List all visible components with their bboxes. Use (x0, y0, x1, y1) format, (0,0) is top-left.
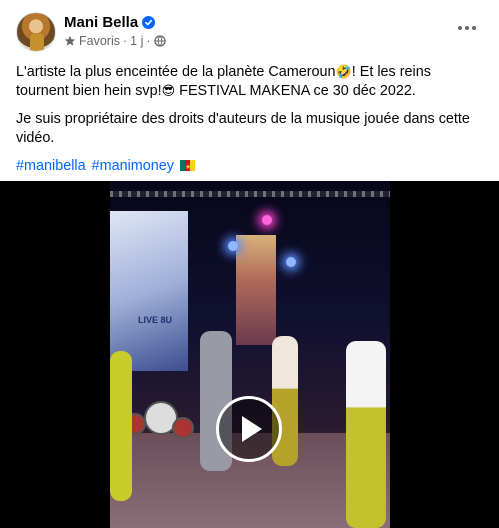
post-header: Mani Bella Favoris · 1 j · (16, 12, 487, 54)
stage-banner: LIVE 8U (110, 211, 188, 371)
stage-light (286, 257, 296, 267)
more-options-icon[interactable] (453, 18, 481, 38)
drum-kit (124, 391, 194, 446)
globe-icon (153, 35, 166, 47)
sunglasses-emoji-icon: 😎 (161, 84, 176, 99)
meta-separator: · (122, 34, 128, 48)
rofl-emoji-icon: 🤣 (335, 65, 352, 80)
hashtag-link[interactable]: #manibella (16, 158, 86, 174)
video-frame: LIVE 8U (110, 181, 390, 528)
post-text-part: L'artiste la plus enceintée de la planèt… (16, 64, 336, 80)
stage-light (262, 215, 272, 225)
cameroon-flag-icon (180, 158, 195, 177)
video-player[interactable]: LIVE 8U (0, 181, 499, 528)
stage-light (228, 241, 238, 251)
post-text-part: FESTIVAL MAKENA ce 30 déc 2022. (175, 83, 416, 99)
post-time[interactable]: 1 j (130, 34, 143, 48)
post-text: L'artiste la plus enceintée de la planèt… (16, 63, 483, 185)
dancer (346, 341, 386, 528)
post-paragraph-2: Je suis propriétaire des droits d'auteur… (16, 111, 470, 146)
post-paragraph-1: L'artiste la plus enceintée de la planèt… (16, 63, 483, 101)
verified-badge-icon (142, 16, 156, 29)
author-avatar[interactable] (16, 12, 56, 52)
hashtag-link[interactable]: #manimoney (92, 158, 174, 174)
author-name[interactable]: Mani Bella (64, 14, 138, 31)
post-card: Mani Bella Favoris · 1 j · L'artiste la … (0, 0, 499, 528)
play-icon[interactable] (216, 396, 282, 462)
dancer (110, 351, 132, 501)
hashtag-row: #manibella #manimoney (16, 157, 483, 177)
stage-poster (236, 235, 276, 345)
stage-truss (110, 191, 390, 197)
banner-text: LIVE 8U (138, 315, 173, 325)
audience-label[interactable]: Favoris (79, 34, 120, 48)
meta-separator: · (146, 34, 151, 48)
star-icon (64, 35, 76, 46)
post-meta: Favoris · 1 j · (64, 34, 166, 48)
author-row: Mani Bella (64, 14, 156, 31)
